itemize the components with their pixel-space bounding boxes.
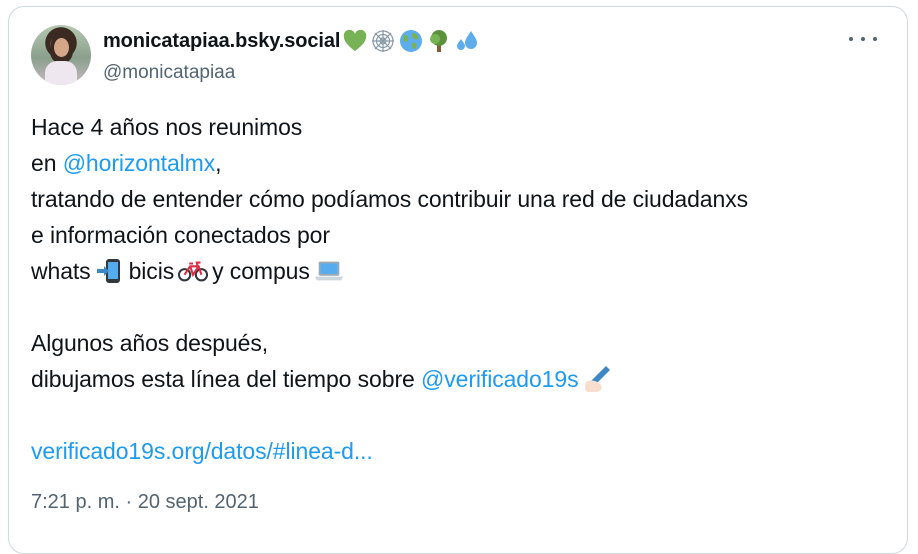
post-card[interactable]: monicatapiaa.bsky.social @monicatapiaa H… bbox=[8, 6, 908, 554]
post-line: e información conectados por bbox=[31, 217, 891, 253]
mention-horizontalmx[interactable]: @horizontalmx bbox=[63, 145, 216, 181]
avatar[interactable] bbox=[31, 25, 91, 85]
text-segment: y compus bbox=[212, 258, 310, 284]
text-segment: Hace 4 años nos reunimos bbox=[31, 114, 303, 140]
author-handle[interactable]: @monicatapiaa bbox=[103, 62, 235, 84]
post-line: en @horizontalmx, bbox=[31, 145, 891, 181]
text-segment: Algunos años después, bbox=[31, 330, 269, 356]
sweat-droplets-icon bbox=[454, 28, 480, 54]
text-segment: whats bbox=[31, 258, 91, 284]
display-name[interactable]: monicatapiaa.bsky.social bbox=[103, 30, 340, 53]
post-timestamp[interactable]: 7:21 p. m. · 20 sept. 2021 bbox=[31, 491, 259, 514]
globe-icon bbox=[398, 28, 424, 54]
writing-hand-icon bbox=[582, 364, 612, 394]
post-line: dibujamos esta línea del tiempo sobre @v… bbox=[31, 361, 891, 397]
author-name-row[interactable]: monicatapiaa.bsky.social bbox=[103, 28, 480, 54]
post-line: Algunos años después, bbox=[31, 325, 891, 361]
post-line: Hace 4 años nos reunimos bbox=[31, 109, 891, 145]
avatar-face bbox=[54, 38, 69, 57]
text-segment: dibujamos esta línea del tiempo sobre bbox=[31, 366, 421, 392]
text-segment: bicis bbox=[128, 258, 175, 284]
post-link[interactable]: verificado19s.org/datos/#linea-d... bbox=[31, 433, 373, 469]
more-dot bbox=[849, 37, 853, 41]
text-segment: en bbox=[31, 150, 63, 176]
text-segment: , bbox=[215, 150, 222, 176]
tree-icon bbox=[426, 28, 452, 54]
text-segment: tratando de entender cómo podíamos contr… bbox=[31, 186, 748, 212]
post-line: tratando de entender cómo podíamos contr… bbox=[31, 181, 891, 217]
avatar-shirt bbox=[45, 61, 77, 85]
more-dot bbox=[873, 37, 877, 41]
laptop-icon bbox=[314, 256, 344, 286]
mobile-phone-arrow-icon bbox=[95, 256, 125, 286]
more-options-icon[interactable] bbox=[849, 29, 877, 49]
green-heart-icon bbox=[342, 28, 368, 54]
mention-verificado19s[interactable]: @verificado19s bbox=[421, 361, 579, 397]
bicycle-icon bbox=[178, 256, 209, 286]
post-line: whats bicis y compus bbox=[31, 253, 891, 289]
post-line: verificado19s.org/datos/#linea-d... bbox=[31, 433, 891, 469]
spider-web-icon bbox=[370, 28, 396, 54]
post-text: Hace 4 años nos reunimos en @horizontalm… bbox=[31, 109, 891, 469]
more-dot bbox=[861, 37, 865, 41]
text-segment: e información conectados por bbox=[31, 222, 330, 248]
